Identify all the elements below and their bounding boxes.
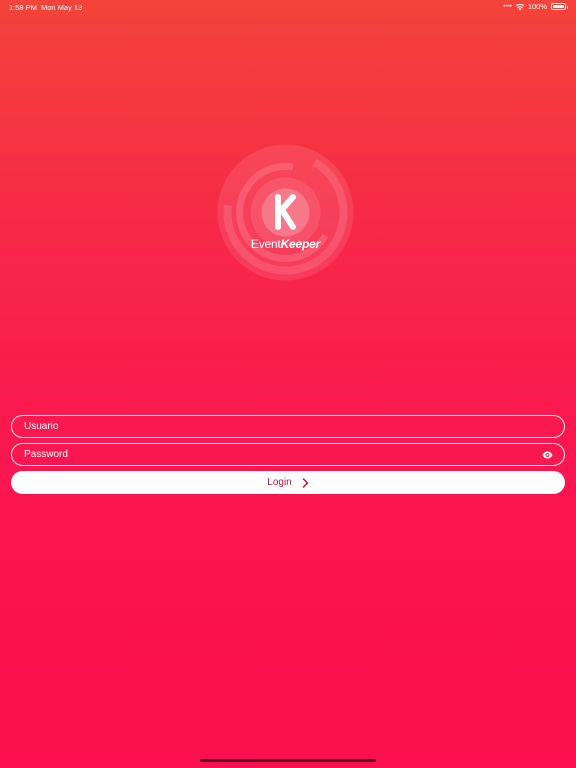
wifi-icon [515,3,525,10]
login-button[interactable]: Login [11,471,565,494]
logo-rings-icon [217,144,354,281]
password-input[interactable] [24,449,524,460]
status-bar: 1:58 PM Mon May 13 •••• 100% [0,0,576,14]
login-label: Login [267,477,292,488]
status-time: 1:58 PM [9,3,37,12]
brand-name-regular: Event [250,237,281,251]
username-field[interactable] [11,415,565,438]
username-input[interactable] [24,421,524,432]
app-logo: EventKeeper [217,144,354,281]
chevron-right-icon [302,477,308,488]
status-indicators: •••• 100% [503,2,568,11]
home-indicator[interactable] [200,759,376,762]
show-password-icon[interactable] [540,448,554,462]
battery-icon [551,3,568,10]
brand-name: EventKeeper [217,237,354,251]
status-date: Mon May 13 [41,3,83,12]
signal-dots-icon: •••• [503,3,512,10]
battery-percent: 100% [527,2,547,11]
brand-name-bold: Keeper [280,237,321,251]
password-field[interactable] [11,443,565,466]
